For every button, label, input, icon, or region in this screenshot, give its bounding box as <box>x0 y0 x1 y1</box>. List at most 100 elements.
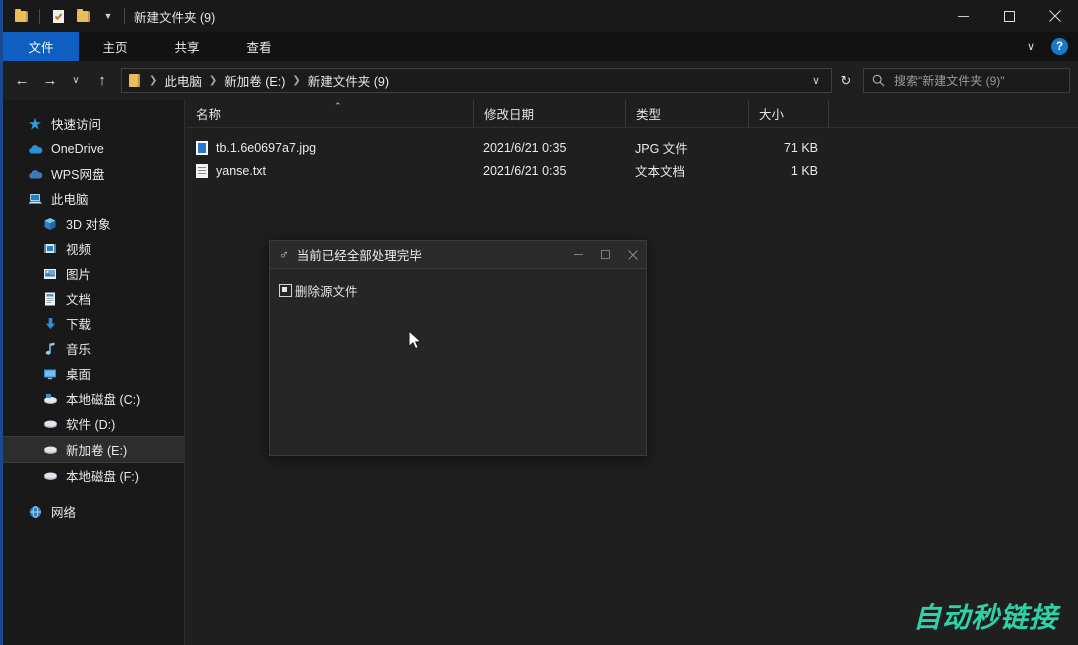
processing-complete-dialog[interactable]: ♂ 当前已经全部处理完毕 删除源文件 <box>269 240 647 456</box>
dialog-title: 当前已经全部处理完毕 <box>296 249 422 263</box>
sidebar-item-onedrive[interactable]: OneDrive <box>3 136 184 161</box>
minimize-button[interactable] <box>940 0 986 32</box>
column-header-type[interactable]: 类型 <box>625 100 748 127</box>
file-type: 文本文档 <box>635 165 686 179</box>
column-header-size[interactable]: 大小 <box>748 100 829 127</box>
properties-icon[interactable] <box>48 6 68 26</box>
sidebar-item-pictures[interactable]: 图片 <box>3 261 184 286</box>
sidebar-item-downloads[interactable]: 下载 <box>3 311 184 336</box>
sidebar-item-label: 本地磁盘 (C:) <box>66 393 141 407</box>
file-size: 71 KB <box>783 140 818 155</box>
file-type: JPG 文件 <box>635 142 688 156</box>
txt-file-icon <box>196 163 208 178</box>
sidebar-item-this-pc[interactable]: 此电脑 <box>3 186 184 211</box>
sidebar-item-label: OneDrive <box>51 141 104 156</box>
toolbar-divider <box>39 8 40 24</box>
sidebar-item-volume-e[interactable]: 新加卷 (E:) <box>3 436 184 463</box>
breadcrumb-item-volume-e[interactable]: 新加卷 (E:) <box>224 71 285 90</box>
help-icon[interactable]: ? <box>1051 38 1068 55</box>
sidebar-item-3d-objects[interactable]: 3D 对象 <box>3 211 184 236</box>
sidebar-item-label: 桌面 <box>66 368 92 382</box>
sidebar-item-label: 下载 <box>66 318 92 332</box>
refresh-icon[interactable]: ↻ <box>832 66 860 96</box>
file-list-spacer <box>186 128 1078 136</box>
ribbon-right-controls: ∨ ? <box>1021 32 1074 61</box>
forward-button[interactable]: → <box>37 66 63 96</box>
drive-icon <box>41 470 59 481</box>
maximize-button[interactable] <box>986 0 1032 32</box>
title-divider <box>124 8 125 24</box>
sidebar-item-label: 此电脑 <box>51 193 89 207</box>
system-drive-icon <box>41 393 59 405</box>
close-button[interactable] <box>1032 0 1078 32</box>
folder-icon[interactable] <box>11 6 31 26</box>
column-header-date[interactable]: 修改日期 <box>473 100 625 127</box>
back-button[interactable]: ← <box>9 66 35 96</box>
computer-icon <box>26 192 44 205</box>
column-header-label: 名称 <box>196 108 222 122</box>
delete-source-label: 删除源文件 <box>295 285 358 299</box>
sidebar-item-network[interactable]: 网络 <box>3 499 184 524</box>
column-header-name[interactable]: 名称 ⌃ <box>186 100 473 127</box>
file-date: 2021/6/21 0:35 <box>483 163 567 178</box>
quick-access-toolbar: ▼ <box>3 0 118 32</box>
breadcrumb-item-this-pc[interactable]: 此电脑 <box>164 71 202 90</box>
chevron-down-icon[interactable]: ▼ <box>98 6 118 26</box>
music-icon <box>41 342 59 356</box>
sidebar-item-music[interactable]: 音乐 <box>3 336 184 361</box>
recent-locations-button[interactable]: ∨ <box>65 66 87 96</box>
sidebar-item-quick-access[interactable]: 快速访问 <box>3 111 184 136</box>
breadcrumb[interactable]: ❯ 此电脑 ❯ 新加卷 (E:) ❯ 新建文件夹 (9) ∨ <box>121 68 832 93</box>
delete-source-checkbox[interactable] <box>279 284 292 297</box>
tab-view[interactable]: 查看 <box>223 32 295 61</box>
expand-ribbon-icon[interactable]: ∨ <box>1021 40 1041 53</box>
up-button[interactable]: ↑ <box>89 66 115 96</box>
search-input[interactable]: 搜索"新建文件夹 (9)" <box>863 68 1070 93</box>
sidebar-item-wps-cloud[interactable]: WPS网盘 <box>3 161 184 186</box>
tab-home[interactable]: 主页 <box>79 32 151 61</box>
file-date: 2021/6/21 0:35 <box>483 140 567 155</box>
search-placeholder: 搜索"新建文件夹 (9)" <box>894 74 1005 88</box>
watermark: 自动秒链接 <box>912 601 1058 634</box>
table-row[interactable]: yanse.txt 2021/6/21 0:35 文本文档 1 KB <box>186 159 1078 182</box>
mars-symbol-icon: ♂ <box>279 247 289 262</box>
sidebar-item-label: 网络 <box>51 506 77 520</box>
cloud-icon <box>26 168 44 180</box>
dialog-minimize-button[interactable] <box>565 241 592 268</box>
new-folder-icon[interactable] <box>73 6 93 26</box>
documents-icon <box>41 292 59 306</box>
sidebar-item-videos[interactable]: 视频 <box>3 236 184 261</box>
sidebar-item-drive-d[interactable]: 软件 (D:) <box>3 411 184 436</box>
sidebar-item-label: 视频 <box>66 243 92 257</box>
delete-source-checkbox-row[interactable]: 删除源文件 <box>279 281 646 300</box>
video-icon <box>41 242 59 255</box>
navigation-pane[interactable]: 快速访问 OneDrive WPS网盘 此电脑 3D 对象 视频 图片 文档 下… <box>3 100 185 645</box>
file-name: tb.1.6e0697a7.jpg <box>216 140 317 155</box>
ribbon-tab-bar: 文件 主页 共享 查看 ∨ ? <box>3 32 1078 61</box>
sidebar-item-local-disk-c[interactable]: 本地磁盘 (C:) <box>3 386 184 411</box>
sidebar-item-label: 3D 对象 <box>66 218 111 232</box>
3d-object-icon <box>41 217 59 231</box>
address-bar: ← → ∨ ↑ ❯ 此电脑 ❯ 新加卷 (E:) ❯ 新建文件夹 (9) ∨ ↻… <box>3 61 1078 100</box>
navigation-buttons: ← → ∨ ↑ <box>3 66 115 96</box>
sidebar-item-desktop[interactable]: 桌面 <box>3 361 184 386</box>
dialog-maximize-button[interactable] <box>592 241 619 268</box>
sidebar-item-local-disk-f[interactable]: 本地磁盘 (F:) <box>3 463 184 488</box>
dialog-close-button[interactable] <box>619 241 646 268</box>
tab-file[interactable]: 文件 <box>3 32 79 61</box>
cloud-icon <box>26 143 44 155</box>
address-dropdown-icon[interactable]: ∨ <box>805 74 827 87</box>
column-header-label: 修改日期 <box>484 108 535 122</box>
drive-icon <box>41 418 59 429</box>
search-icon <box>872 74 885 87</box>
breadcrumb-separator-icon: ❯ <box>149 75 158 86</box>
breadcrumb-item-current-folder[interactable]: 新建文件夹 (9) <box>308 71 389 90</box>
sidebar-item-documents[interactable]: 文档 <box>3 286 184 311</box>
dialog-window-controls <box>565 241 646 268</box>
breadcrumb-folder-icon <box>129 74 140 87</box>
table-row[interactable]: tb.1.6e0697a7.jpg 2021/6/21 0:35 JPG 文件 … <box>186 136 1078 159</box>
tab-share[interactable]: 共享 <box>151 32 223 61</box>
pictures-icon <box>41 268 59 280</box>
